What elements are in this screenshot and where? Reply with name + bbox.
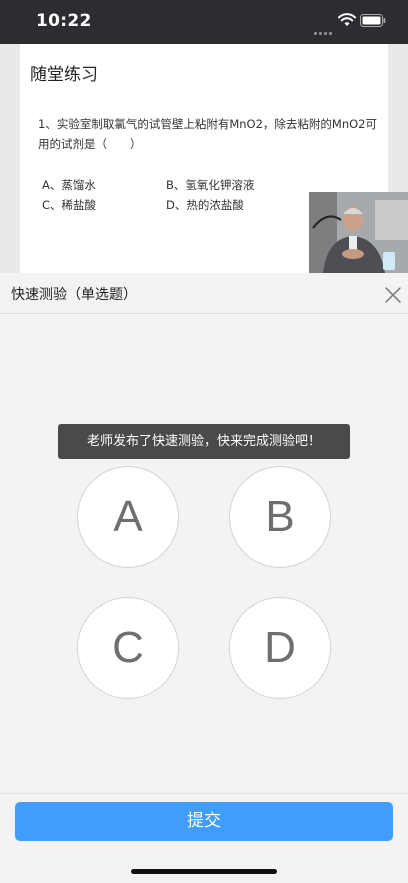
choice-b-button[interactable]: B [229, 466, 331, 568]
battery-icon [360, 14, 386, 27]
slide-title: 随堂练习 [30, 65, 98, 85]
wifi-icon [338, 13, 356, 26]
close-icon [385, 287, 401, 303]
footer-divider [0, 793, 408, 794]
option-a: A、蒸馏水 [42, 178, 96, 192]
teacher-video-image [309, 192, 408, 273]
teacher-video-thumbnail[interactable] [309, 192, 408, 273]
option-d: D、热的浓盐酸 [166, 198, 244, 212]
choice-c-button[interactable]: C [77, 597, 179, 699]
status-time: 10:22 [36, 11, 92, 31]
status-bar: 10:22 [0, 0, 408, 44]
cellular-signal-icon [314, 20, 334, 35]
choice-a-button[interactable]: A [77, 466, 179, 568]
submit-button[interactable]: 提交 [15, 802, 393, 841]
home-indicator [131, 869, 277, 874]
choice-d-button[interactable]: D [229, 597, 331, 699]
close-button[interactable] [382, 284, 404, 306]
quiz-title: 快速测验（单选题） [11, 287, 137, 303]
question-text: 1、实验室制取氯气的试管壁上粘附有MnO2，除去粘附的MnO2可用的试剂是（ ） [38, 117, 377, 151]
toast-message: 老师发布了快速测验，快来完成测验吧！ [58, 424, 350, 459]
option-c: C、稀盐酸 [42, 198, 97, 212]
option-b: B、氢氧化钾溶液 [166, 178, 255, 192]
quiz-header: 快速测验（单选题） [0, 273, 408, 314]
